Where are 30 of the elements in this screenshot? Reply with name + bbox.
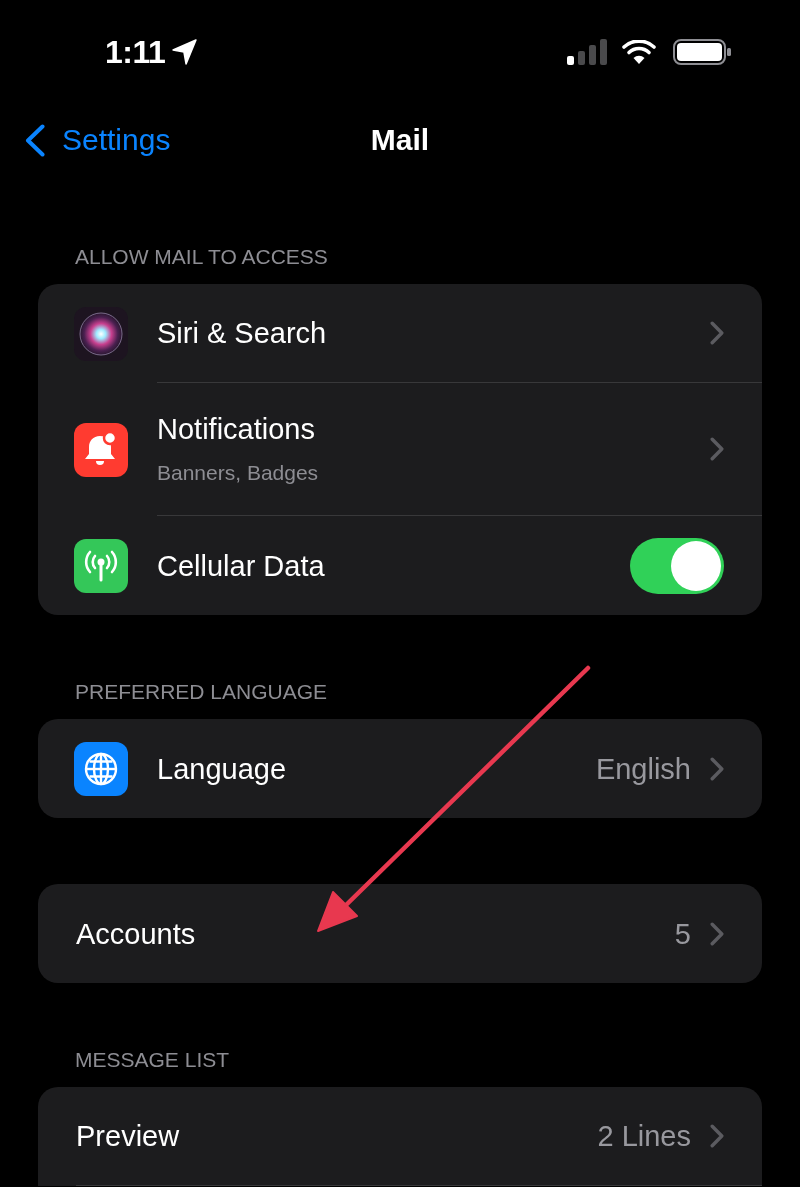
setting-label: Cellular Data xyxy=(157,548,325,584)
setting-label[interactable]: Preview xyxy=(76,1118,180,1154)
setting-label[interactable]: Notifications xyxy=(157,411,315,447)
chevron-right-icon xyxy=(710,1124,724,1148)
section-header: PREFERRED LANGUAGE xyxy=(75,679,328,705)
wifi-icon xyxy=(622,39,656,65)
status-time: 1:11 xyxy=(105,33,166,71)
setting-value: English xyxy=(595,751,691,787)
chevron-right-icon xyxy=(710,756,724,781)
globe-icon xyxy=(74,741,128,796)
nav-title: Mail xyxy=(370,123,430,157)
chevron-left-icon xyxy=(25,123,45,157)
bell-icon xyxy=(74,422,128,477)
setting-subtitle: Banners, Badges xyxy=(157,460,319,486)
antenna-icon xyxy=(74,538,128,593)
setting-label[interactable]: Accounts xyxy=(76,915,196,952)
setting-label[interactable]: Siri & Search xyxy=(157,315,327,351)
location-arrow-icon xyxy=(172,39,198,65)
setting-value: 5 xyxy=(674,916,691,952)
chevron-right-icon xyxy=(710,437,724,461)
setting-label[interactable]: Language xyxy=(157,750,287,787)
setting-value: 2 Lines xyxy=(597,1119,691,1154)
section-header: ALLOW MAIL TO ACCESS xyxy=(75,244,328,270)
chevron-right-icon xyxy=(710,921,724,946)
chevron-right-icon xyxy=(710,321,724,345)
back-button[interactable]: Settings xyxy=(25,123,171,157)
signal-icon xyxy=(567,39,608,65)
battery-icon xyxy=(673,39,731,65)
section-header: MESSAGE LIST xyxy=(75,1047,230,1073)
orb-icon xyxy=(74,306,128,361)
